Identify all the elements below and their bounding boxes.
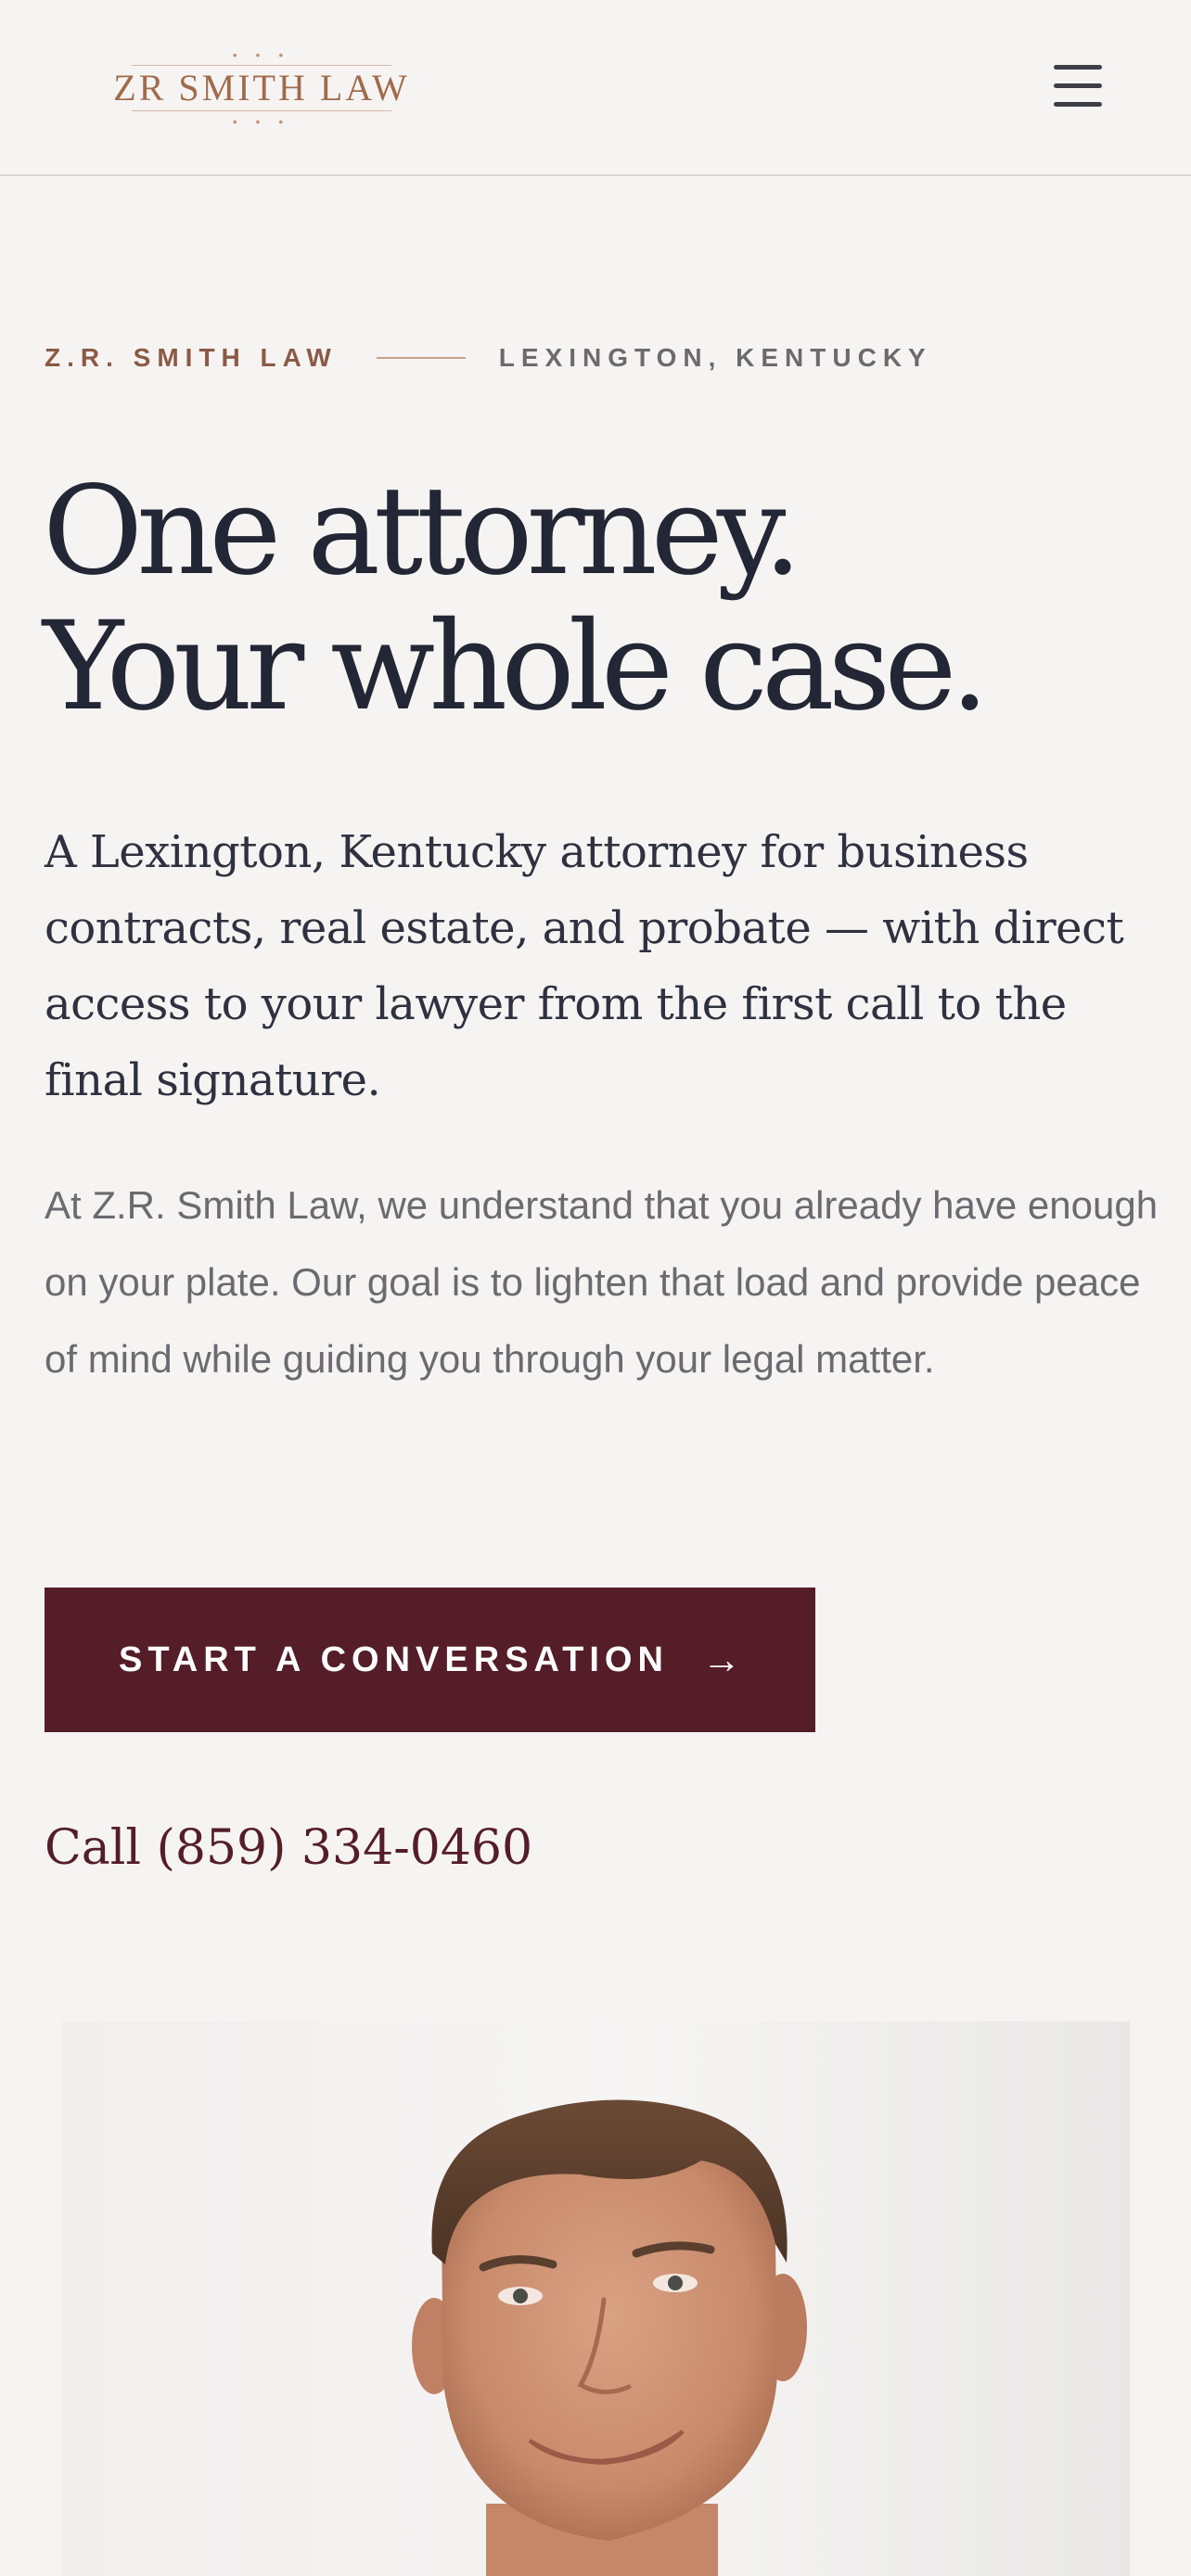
logo-dots-bottom: • • • [232, 114, 291, 129]
lead-text: A Lexington, Kentucky attorney for busin… [45, 826, 1124, 1106]
headline-line-2: Your whole case. [43, 595, 989, 738]
eyebrow-firm: Z.R. SMITH LAW [45, 343, 338, 372]
logo-text: ZR SMITH LAW [113, 67, 410, 108]
menu-bar [1054, 83, 1102, 88]
body-text: At Z.R. Smith Law, we understand that yo… [45, 1183, 1159, 1381]
cta-label: START A CONVERSATION [119, 1639, 669, 1679]
eyebrow-location: LEXINGTON, KENTUCKY [498, 343, 932, 372]
arrow-right-icon: → [701, 1638, 741, 1681]
hamburger-menu-icon[interactable] [1048, 61, 1109, 113]
eyebrow-divider [376, 357, 466, 359]
logo-rule-bottom [132, 110, 391, 111]
logo-rule-top [132, 65, 391, 66]
attorney-portrait [61, 2021, 1130, 2576]
phone-link[interactable]: Call (859) 334-0460 [45, 1816, 532, 1881]
menu-bar [1054, 102, 1102, 107]
logo[interactable]: • • • ZR SMITH LAW • • • [113, 48, 410, 128]
page-title: One attorney. Your whole case. [43, 460, 989, 738]
eyebrow: Z.R. SMITH LAW LEXINGTON, KENTUCKY [45, 339, 932, 376]
menu-bar [1054, 65, 1102, 70]
start-conversation-button[interactable]: START A CONVERSATION → [45, 1588, 815, 1732]
logo-dots-top: • • • [232, 47, 291, 62]
site-header: • • • ZR SMITH LAW • • • [0, 0, 1191, 176]
headline-line-1: One attorney. [43, 460, 802, 603]
